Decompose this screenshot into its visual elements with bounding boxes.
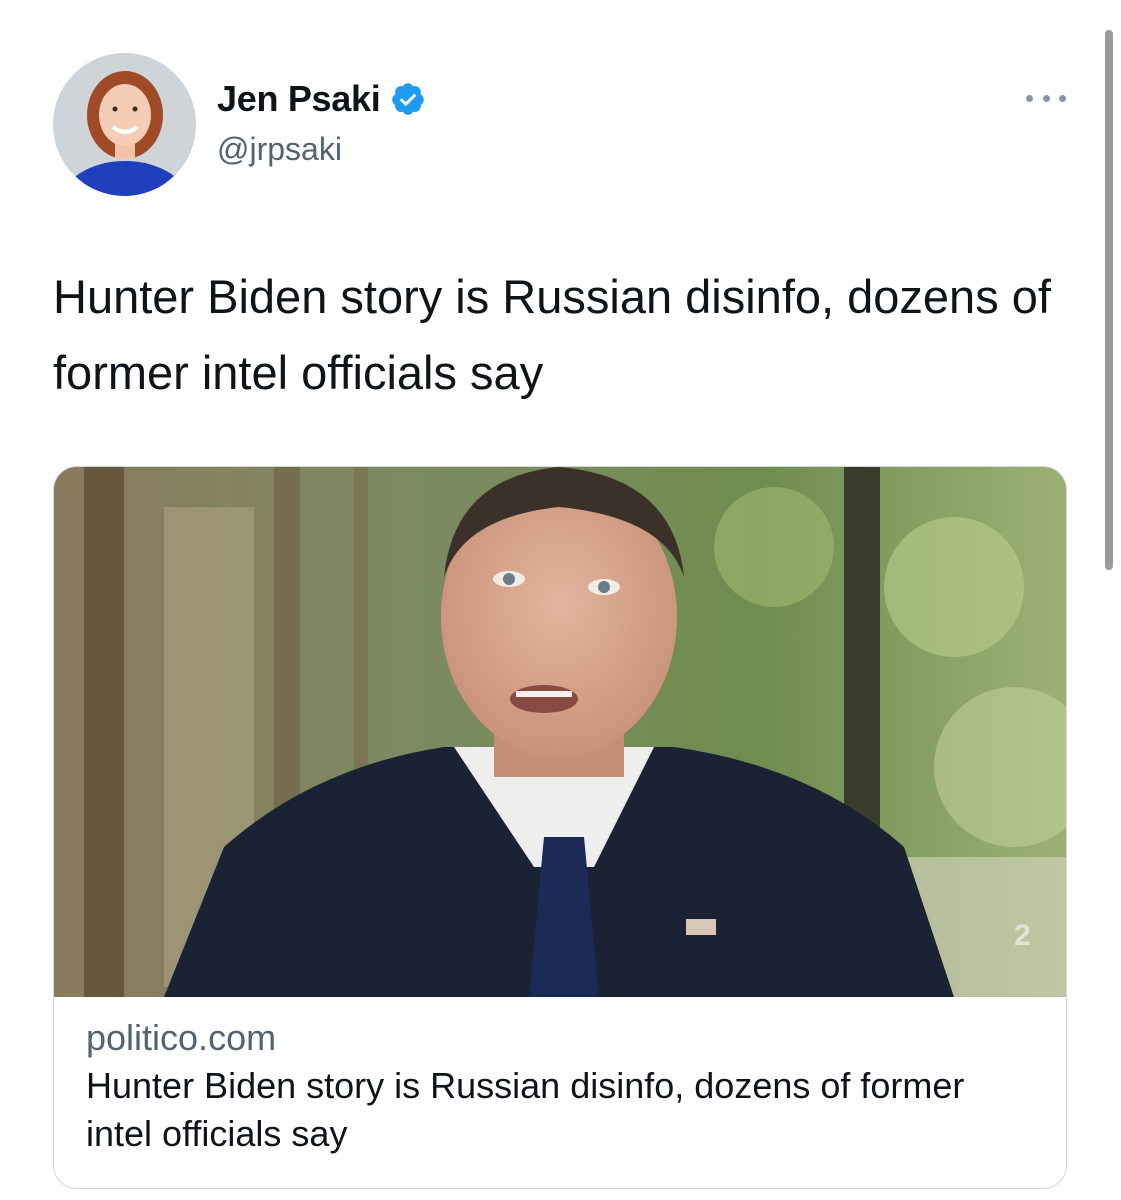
more-horizontal-icon[interactable] [1026,88,1066,108]
author-handle[interactable]: @jrpsaki [217,131,342,168]
author-name-row[interactable]: Jen Psaki [217,76,426,122]
author-display-name[interactable]: Jen Psaki [217,78,381,120]
link-card-body[interactable]: politico.com Hunter Biden story is Russi… [54,997,1066,1158]
link-card-image: 2 [54,467,1066,997]
link-preview-card[interactable]: 2 politico.com Hunter Biden story is Rus… [53,466,1067,1189]
more-dot [1059,94,1066,102]
verified-badge-icon [390,81,426,117]
tweet-view: Jen Psaki @jrpsaki Hunter Biden story is… [0,0,1121,1200]
link-card-domain: politico.com [86,1017,277,1058]
link-card-title: Hunter Biden story is Russian disinfo, d… [86,1064,965,1154]
tweet-text: Hunter Biden story is Russian disinfo, d… [53,270,1051,400]
svg-text:2: 2 [1014,919,1031,952]
more-dot [1042,94,1050,102]
more-dot [1026,94,1033,102]
scrollbar[interactable] [1105,30,1113,570]
avatar[interactable] [53,53,196,196]
